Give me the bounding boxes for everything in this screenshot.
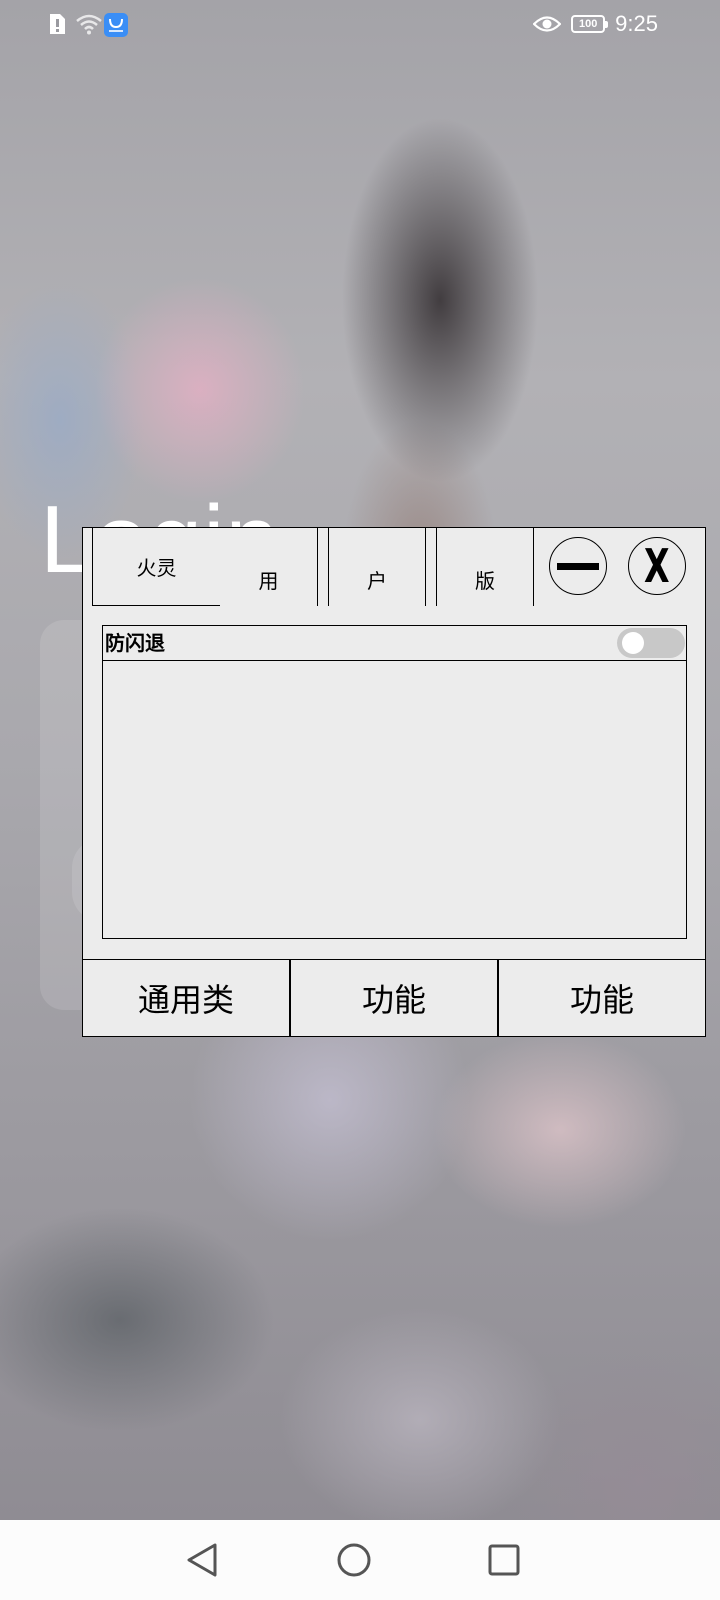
close-icon: X [644, 539, 670, 593]
status-bar-right: 100 9:25 [532, 10, 658, 38]
battery-level: 100 [578, 18, 598, 30]
navigation-bar [0, 1520, 720, 1600]
back-button[interactable] [182, 1540, 222, 1580]
bottom-tab-function-2[interactable]: 功能 [497, 960, 705, 1036]
recents-square-icon [488, 1544, 520, 1576]
status-bar-left [48, 12, 128, 37]
options-list: 防闪退 [102, 625, 687, 939]
minimize-icon [557, 562, 599, 570]
eye-icon [532, 13, 562, 35]
status-bar: 100 9:25 [0, 0, 720, 48]
wifi-icon [76, 13, 102, 35]
home-circle-icon [337, 1543, 371, 1577]
anti-crash-toggle[interactable] [617, 628, 685, 658]
bottom-tab-bar: 通用类 功能 功能 [83, 959, 705, 1036]
close-button[interactable]: X [628, 537, 686, 595]
toggle-knob [622, 632, 644, 654]
tab-ban[interactable]: 版 [436, 528, 534, 606]
tab-hu[interactable]: 户 [328, 528, 426, 606]
tab-yong[interactable]: 用 [220, 528, 318, 606]
back-triangle-icon [187, 1543, 217, 1577]
home-button[interactable] [334, 1540, 374, 1580]
bottom-tab-function-1[interactable]: 功能 [289, 960, 497, 1036]
tab-brand[interactable]: 火灵 [92, 528, 221, 606]
app-store-icon [104, 13, 128, 37]
floating-panel: 火灵 用 户 版 X 防闪退 通用类 功能 功能 [82, 527, 706, 1037]
option-label: 防闪退 [105, 631, 165, 655]
bottom-tab-general[interactable]: 通用类 [83, 960, 289, 1036]
status-clock: 9:25 [615, 11, 658, 36]
option-row-anti-crash[interactable]: 防闪退 [103, 626, 686, 661]
minimize-button[interactable] [549, 537, 607, 595]
recents-button[interactable] [484, 1540, 524, 1580]
battery-indicator: 100 [571, 15, 609, 33]
sim-alert-icon [48, 13, 70, 35]
